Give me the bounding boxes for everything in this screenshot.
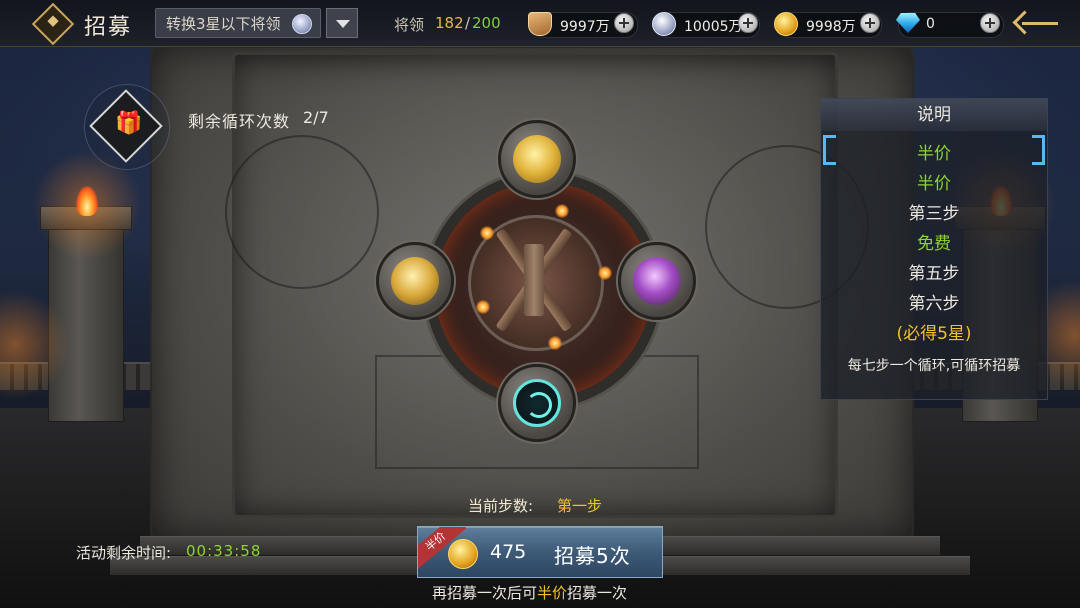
explanation-note: 每七步一个循环,可循环招募	[847, 358, 1021, 374]
convert-generals-button[interactable]: 转换3星以下将领	[155, 8, 321, 38]
wheel-node-left[interactable]	[376, 242, 454, 320]
fire-spark-icon	[480, 226, 494, 240]
current-step-label: 当前步数:	[468, 497, 534, 515]
fire-spark-icon	[548, 336, 562, 350]
top-bar: 招募 转换3星以下将领 将领 182 / 200 9997万 10005万 99…	[0, 0, 1080, 47]
recruit-hint: 再招募一次后可半价招募一次	[432, 582, 627, 603]
cyan-swirl-emblem-icon	[513, 379, 561, 427]
generals-separator: /	[465, 14, 471, 32]
left-torch-icon	[76, 186, 98, 216]
step-item-3: 第三步	[908, 204, 960, 224]
add-silver-button[interactable]	[738, 13, 758, 33]
step-item-5: 第五步	[908, 264, 960, 284]
silver-coin-icon	[292, 14, 312, 34]
explanation-title: 说明	[821, 99, 1047, 131]
gold-coin-icon	[448, 539, 478, 569]
generals-count: 182	[435, 14, 464, 32]
gold-coin-icon	[774, 12, 798, 36]
explanation-panel: 说明 半价 半价 第三步 免费 第五步 第六步 (必得5星) 每七步一个循环,可…	[820, 98, 1048, 400]
event-timer-value: 00:33:58	[186, 542, 262, 560]
wheel-node-right[interactable]	[618, 242, 696, 320]
step-item-6: 第六步	[908, 294, 960, 314]
add-diamond-button[interactable]	[980, 13, 1000, 33]
wheel-node-top[interactable]	[498, 120, 576, 198]
remaining-cycles-label: 剩余循环次数	[188, 112, 291, 131]
silver-coin-icon	[652, 12, 676, 36]
step-item-7: (必得5星)	[896, 324, 972, 344]
generals-max: 200	[472, 14, 501, 32]
recruit-logo-icon	[31, 2, 75, 46]
fire-spark-icon	[555, 204, 569, 218]
step-list: 半价 半价 第三步 免费 第五步 第六步 (必得5星)	[821, 139, 1047, 349]
fire-spark-icon	[598, 266, 612, 280]
recruit-cost: 475	[490, 541, 527, 563]
gift-icon: 🎁	[115, 111, 143, 136]
gold-wreath-emblem-icon	[391, 257, 439, 305]
step-item-2: 半价	[917, 174, 951, 194]
recruit-hint-prefix: 再招募一次后可	[432, 584, 538, 602]
step-item-4: 免费	[917, 234, 951, 254]
convert-generals-label: 转换3星以下将领	[166, 15, 281, 33]
page-title: 招募	[84, 15, 133, 40]
fire-spark-icon	[476, 300, 490, 314]
resource-silver-value: 10005万	[684, 19, 743, 35]
gold-lion-emblem-icon	[513, 135, 561, 183]
add-gold-button[interactable]	[860, 13, 880, 33]
recruit-hint-suffix: 招募一次	[567, 584, 628, 602]
event-timer-label: 活动剩余时间:	[76, 544, 172, 562]
back-arrow-icon	[1012, 10, 1037, 35]
step-item-1: 半价	[917, 144, 951, 164]
remaining-cycles-value: 2/7	[303, 108, 329, 127]
resource-gold-value: 9998万	[806, 19, 856, 35]
resource-diamond-value: 0	[926, 16, 935, 32]
convert-dropdown-button[interactable]	[326, 8, 358, 38]
recruit-hint-highlight: 半价	[537, 584, 568, 602]
left-carving	[225, 135, 379, 289]
wheel-emblem-core	[524, 244, 544, 316]
back-button[interactable]	[1012, 10, 1060, 36]
add-shield-button[interactable]	[614, 13, 634, 33]
recruit-5-button[interactable]: 半价 475 招募5次	[417, 526, 663, 578]
recruit-button-label: 招募5次	[554, 544, 631, 568]
chevron-down-icon	[336, 20, 350, 28]
shield-icon	[528, 12, 552, 36]
purple-beast-emblem-icon	[633, 257, 681, 305]
wheel-node-bottom[interactable]	[498, 364, 576, 442]
resource-shield-value: 9997万	[560, 19, 610, 35]
current-step-value: 第一步	[557, 497, 603, 515]
generals-label: 将领	[394, 16, 425, 34]
